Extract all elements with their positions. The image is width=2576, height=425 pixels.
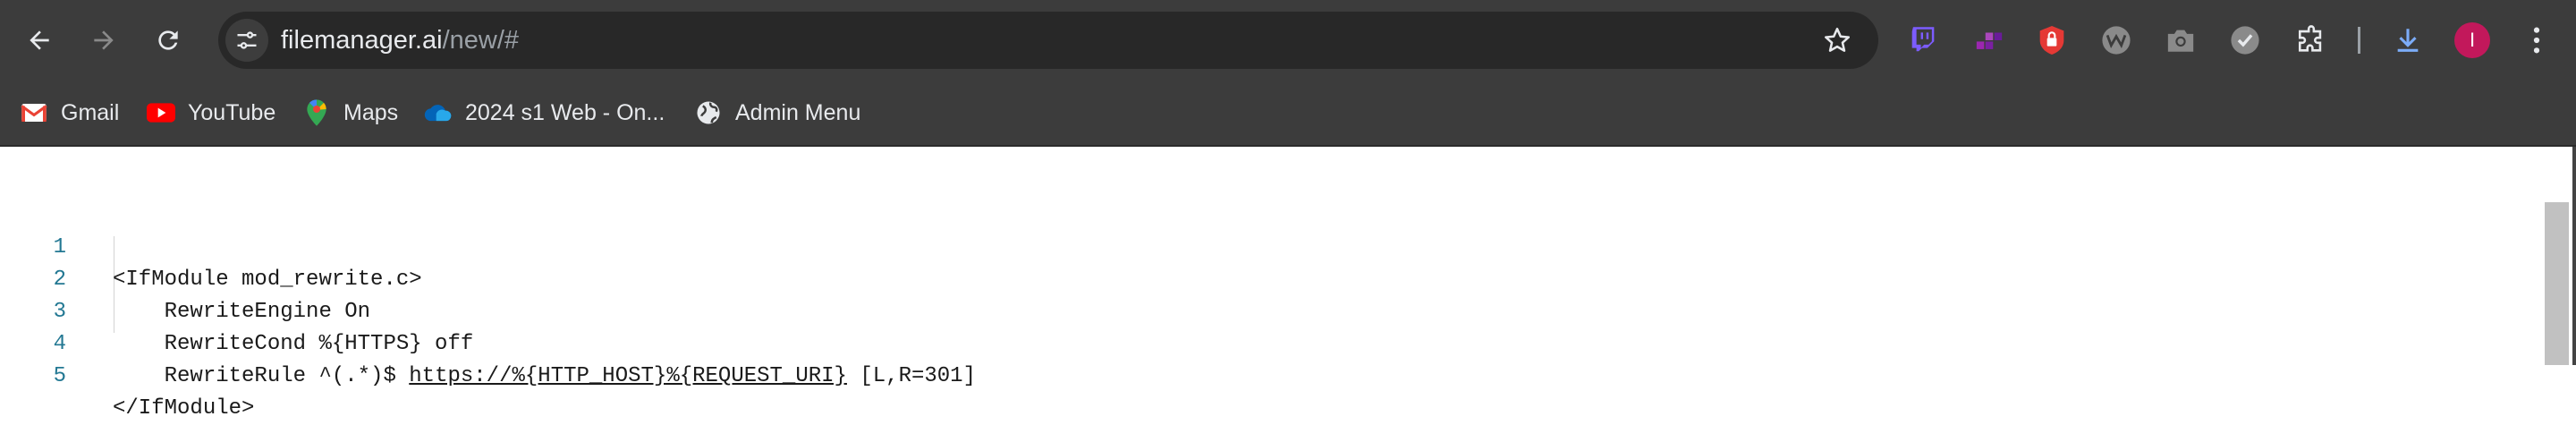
camera-extension[interactable] <box>2159 19 2202 62</box>
url-text[interactable]: filemanager.ai/new/# <box>281 12 519 69</box>
code-suffix: [L,R=301] <box>846 364 976 388</box>
camera-icon <box>2167 30 2194 52</box>
vertical-scrollbar[interactable] <box>2545 202 2569 365</box>
code-line[interactable]: 1 <IfModule mod_rewrite.c> <box>0 200 2540 292</box>
check-extension[interactable] <box>2224 19 2267 62</box>
bookmark-label: Admin Menu <box>735 99 861 125</box>
code-line[interactable]: 2 RewriteEngine On <box>0 232 2540 324</box>
download-icon <box>2397 29 2419 52</box>
back-button[interactable] <box>14 15 64 65</box>
kebab-menu-icon <box>2533 27 2540 54</box>
code-prefix: RewriteRule ^(.*)$ <box>113 364 410 388</box>
url-path: /new/# <box>442 26 520 55</box>
line-number: 5 <box>53 364 66 388</box>
downloads-button[interactable] <box>2386 19 2429 62</box>
gmail-icon <box>20 98 48 127</box>
code-line[interactable]: 4 RewriteRule ^(.*)$ https://%{HTTP_HOST… <box>0 296 2540 388</box>
bookmark-maps[interactable]: Maps <box>302 91 398 134</box>
globe-icon <box>694 98 723 127</box>
browser-toolbar: filemanager.ai/new/# I <box>0 0 2576 81</box>
bookmark-label: Maps <box>343 99 399 125</box>
puzzle-blocks-icon <box>1976 32 2003 49</box>
blocks-extension[interactable] <box>1968 19 2011 62</box>
site-info-button[interactable] <box>225 19 268 62</box>
twitch-icon <box>1911 27 1935 52</box>
forward-button[interactable] <box>79 15 129 65</box>
shield-extension[interactable] <box>2030 19 2073 62</box>
w-icon <box>2102 26 2131 55</box>
bookmark-admin-menu[interactable]: Admin Menu <box>694 91 860 134</box>
toolbar-divider <box>2358 27 2360 54</box>
forward-arrow-icon <box>94 30 114 50</box>
tune-icon <box>237 31 257 49</box>
bookmark-onedrive[interactable]: 2024 s1 Web - On... <box>424 91 665 134</box>
bookmark-label: YouTube <box>188 99 276 125</box>
menu-button[interactable] <box>2515 19 2558 62</box>
shield-icon <box>2039 26 2064 55</box>
onedrive-icon <box>424 98 453 127</box>
bookmark-label: 2024 s1 Web - On... <box>465 99 665 125</box>
code-line[interactable]: 3 RewriteCond %{HTTPS} off <box>0 264 2540 356</box>
youtube-icon <box>147 98 175 127</box>
code-line[interactable]: 5 </IfModule> <box>0 328 2540 421</box>
reload-button[interactable] <box>143 15 193 65</box>
profile-avatar[interactable]: I <box>2454 22 2490 58</box>
code-link[interactable]: https://%{HTTP_HOST}%{REQUEST_URI} <box>409 364 847 388</box>
maps-icon <box>302 98 331 127</box>
bookmarks-bar: Gmail YouTube Maps 2024 s1 Web - On... A… <box>0 81 2576 145</box>
line-text: </IfModule> <box>113 396 255 421</box>
twitch-extension[interactable] <box>1902 19 1945 62</box>
url-host: filemanager.ai <box>281 26 443 55</box>
bookmark-gmail[interactable]: Gmail <box>20 91 119 134</box>
extensions-button[interactable] <box>2290 19 2333 62</box>
check-icon <box>2231 26 2259 55</box>
bookmark-star-button[interactable] <box>1821 24 1853 56</box>
w-extension[interactable] <box>2095 19 2138 62</box>
extensions-puzzle-icon <box>2298 25 2322 52</box>
bookmark-label: Gmail <box>61 99 120 125</box>
bookmark-youtube[interactable]: YouTube <box>147 91 275 134</box>
address-bar[interactable]: filemanager.ai/new/# <box>218 12 1878 69</box>
star-icon <box>1824 27 1851 52</box>
back-arrow-icon <box>30 30 49 50</box>
reload-icon <box>158 30 178 50</box>
line-text: RewriteRule ^(.*)$ https://%{HTTP_HOST}%… <box>113 361 976 393</box>
